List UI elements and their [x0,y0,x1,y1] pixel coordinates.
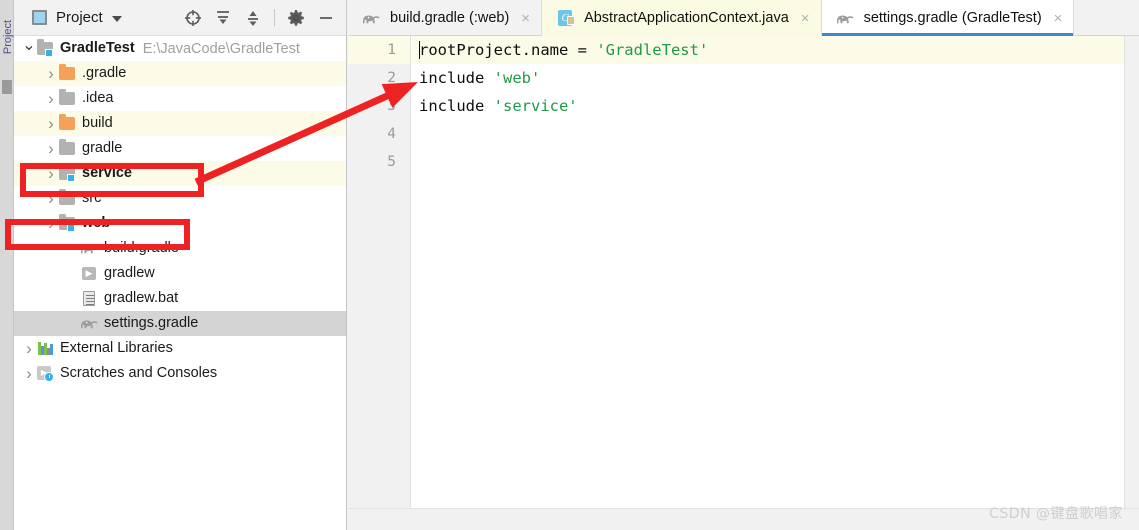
ide-window: Project Project ⌄ GradleTest E:\JavaCode… [0,0,1139,530]
watermark: CSDN @键盘歌唱家 [989,506,1123,522]
pointer-arrow [194,82,418,186]
